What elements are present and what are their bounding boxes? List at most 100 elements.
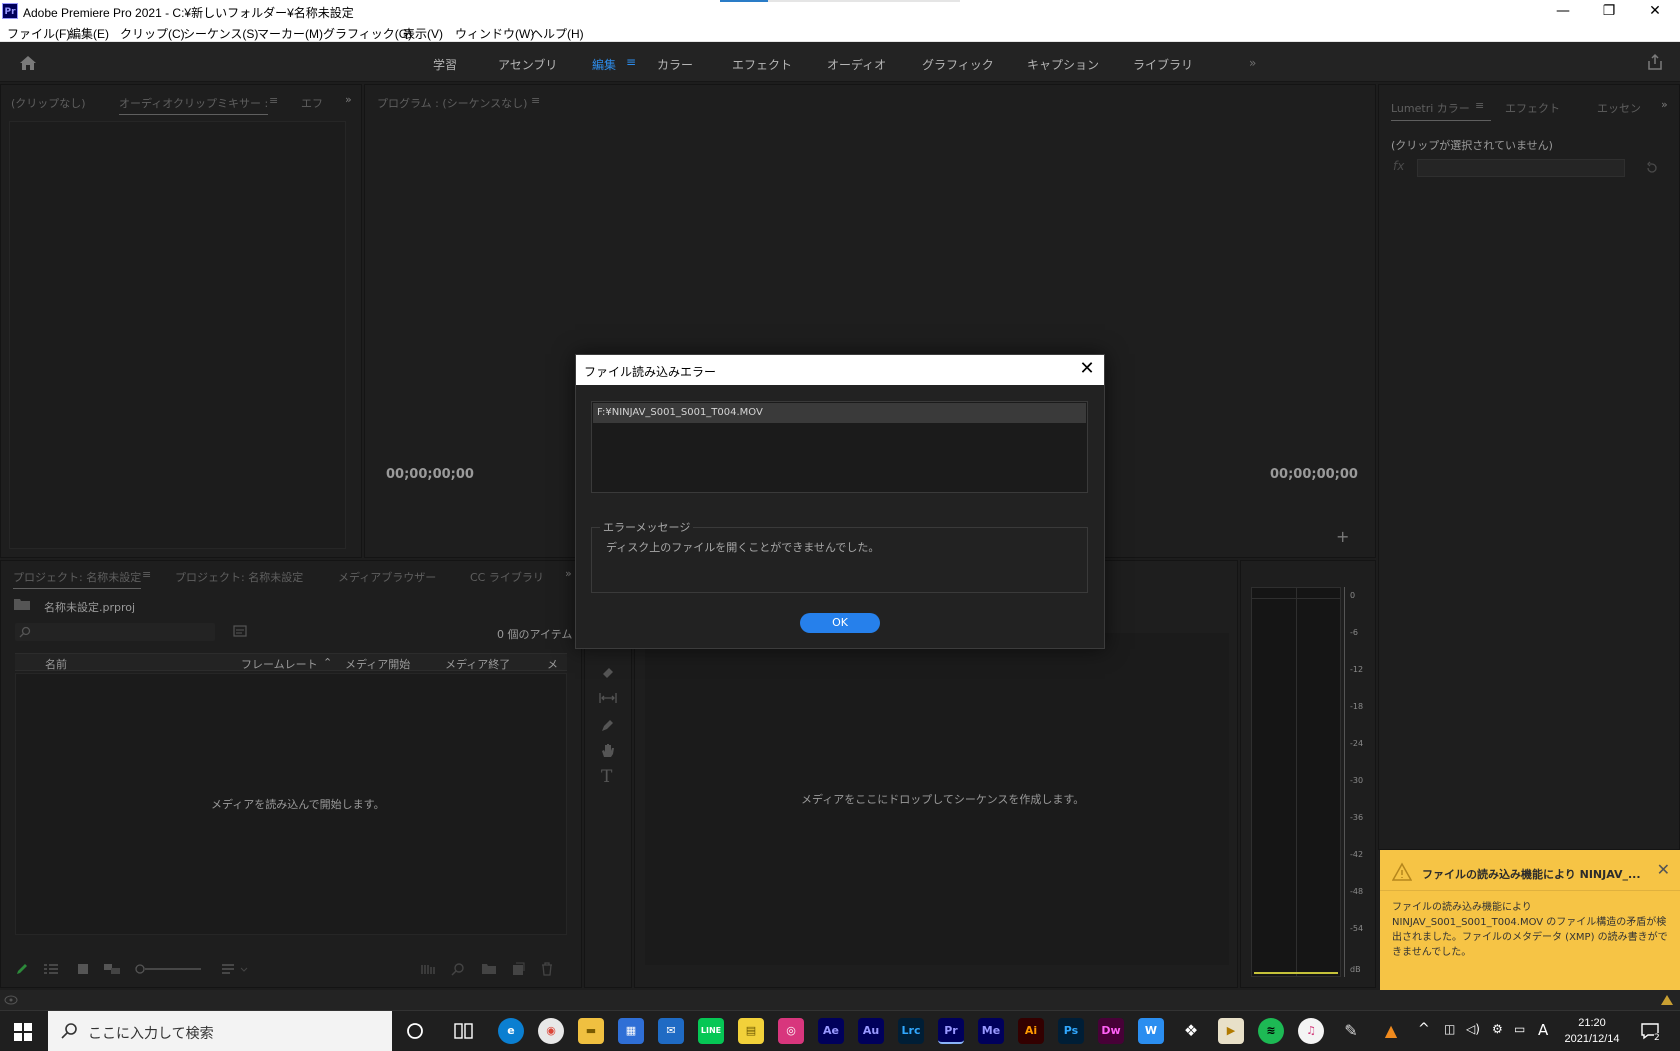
new-item-icon[interactable] xyxy=(511,962,525,976)
workspace-learning[interactable]: 学習 xyxy=(433,56,457,73)
tray-settings-icon[interactable]: ⚙ xyxy=(1492,1022,1503,1036)
status-warning-icon[interactable] xyxy=(1660,994,1674,1006)
sort-ascending-icon[interactable]: ⌃ xyxy=(323,656,332,669)
mail-icon[interactable]: ✉ xyxy=(658,1018,684,1044)
menu-help[interactable]: ヘルプ(H) xyxy=(531,25,584,42)
workspace-assembly[interactable]: アセンブリ xyxy=(498,56,557,73)
share-icon[interactable] xyxy=(1646,53,1664,71)
menu-marker[interactable]: マーカー(M) xyxy=(257,25,323,42)
column-media-end[interactable]: メディア終了 xyxy=(445,656,510,672)
workspace-menu-icon[interactable]: ≡ xyxy=(626,55,636,69)
minimize-button[interactable]: — xyxy=(1540,0,1586,22)
tab-project[interactable]: プロジェクト: 名称未設定 xyxy=(13,569,142,589)
column-frame-rate[interactable]: フレームレート xyxy=(241,656,318,672)
spotify-icon[interactable]: ≋ xyxy=(1258,1018,1284,1044)
taskbar-clock[interactable]: 21:20 2021/12/14 xyxy=(1552,1015,1632,1047)
program-menu-icon[interactable]: ≡ xyxy=(531,94,540,107)
menu-view[interactable]: 表示(V) xyxy=(403,25,443,42)
dropbox-icon[interactable]: ❖ xyxy=(1178,1018,1204,1044)
project-menu-icon[interactable]: ≡ xyxy=(142,568,151,581)
panel-overflow-icon[interactable]: » xyxy=(345,93,352,106)
slip-tool-icon[interactable] xyxy=(600,665,616,681)
tray-camera-icon[interactable]: ◫ xyxy=(1444,1022,1455,1036)
new-bin-from-search-icon[interactable] xyxy=(233,625,247,637)
notification-close-icon[interactable]: ✕ xyxy=(1657,860,1670,879)
windows-start-icon[interactable] xyxy=(14,1023,32,1041)
menu-file[interactable]: ファイル(F) xyxy=(7,25,70,42)
file-explorer-icon[interactable]: ▬ xyxy=(578,1018,604,1044)
cortana-icon[interactable] xyxy=(406,1022,424,1040)
tray-overflow-icon[interactable]: ^ xyxy=(1418,1021,1430,1037)
type-tool-icon[interactable]: T xyxy=(601,767,612,787)
error-file-row[interactable]: F:¥NINJAV_S001_S001_T004.MOV xyxy=(593,403,1086,423)
zoom-slider[interactable] xyxy=(135,963,205,975)
tab-effects-controls[interactable]: エフ xyxy=(301,95,323,111)
new-bin-icon[interactable] xyxy=(481,963,497,975)
workspace-audio[interactable]: オーディオ xyxy=(827,56,886,73)
tab-program[interactable]: プログラム : (シーケンスなし) xyxy=(377,95,527,111)
lumetri-overflow-icon[interactable]: » xyxy=(1661,98,1668,111)
workspace-overflow-icon[interactable]: » xyxy=(1249,56,1256,70)
freeform-view-icon[interactable] xyxy=(103,963,121,975)
error-file-list[interactable]: F:¥NINJAV_S001_S001_T004.MOV xyxy=(591,401,1088,493)
tab-cc-libraries[interactable]: CC ライブラリ xyxy=(470,569,544,585)
sticky-notes-icon[interactable]: ▤ xyxy=(738,1018,764,1044)
column-name[interactable]: 名前 xyxy=(45,656,67,672)
panel-menu-icon[interactable]: ≡ xyxy=(269,94,278,107)
ime-indicator[interactable]: A xyxy=(1538,1021,1548,1039)
ripple-edit-icon[interactable] xyxy=(598,691,618,705)
lightroom-classic-icon[interactable]: Lrc xyxy=(898,1018,924,1044)
menu-clip[interactable]: クリップ(C) xyxy=(120,25,185,42)
creative-cloud-icon[interactable]: ◎ xyxy=(778,1018,804,1044)
home-icon[interactable] xyxy=(18,54,38,72)
dreamweaver-icon[interactable]: Dw xyxy=(1098,1018,1124,1044)
find-icon[interactable] xyxy=(451,962,465,976)
line-icon[interactable]: LINE xyxy=(698,1018,724,1044)
photoshop-icon[interactable]: Ps xyxy=(1058,1018,1084,1044)
list-view-icon[interactable] xyxy=(43,963,59,975)
workspace-graphics[interactable]: グラフィック xyxy=(922,56,994,73)
menu-sequence[interactable]: シーケンス(S) xyxy=(183,25,258,42)
menu-edit[interactable]: 編集(E) xyxy=(69,25,109,42)
program-timecode-current[interactable]: 00;00;00;00 xyxy=(386,467,474,482)
trash-icon[interactable] xyxy=(541,962,553,976)
workspace-libraries[interactable]: ライブラリ xyxy=(1133,56,1193,73)
workspace-editing[interactable]: 編集 xyxy=(592,56,616,73)
lumetri-clip-dropdown[interactable] xyxy=(1417,159,1625,177)
menu-graphics[interactable]: グラフィック(G) xyxy=(323,25,412,42)
pen-app-icon[interactable]: ✎ xyxy=(1338,1018,1364,1044)
vlc-icon[interactable]: ▲ xyxy=(1378,1018,1404,1044)
close-window-button[interactable]: ✕ xyxy=(1632,0,1678,22)
audition-icon[interactable]: Au xyxy=(858,1018,884,1044)
tab-audio-clip-mixer[interactable]: オーディオクリップミキサー : xyxy=(119,95,269,115)
tab-essential[interactable]: エッセン xyxy=(1597,100,1641,116)
column-media-start[interactable]: メディア開始 xyxy=(345,656,410,672)
hand-tool-icon[interactable] xyxy=(600,743,616,759)
menu-window[interactable]: ウィンドウ(W) xyxy=(455,25,534,42)
edge-icon[interactable]: e xyxy=(498,1018,524,1044)
task-view-icon[interactable] xyxy=(454,1022,474,1040)
tab-effects[interactable]: エフェクト xyxy=(1505,100,1560,116)
tab-source[interactable]: (クリップなし) xyxy=(11,95,86,111)
add-button-icon[interactable]: + xyxy=(1336,527,1349,546)
tab-media-browser[interactable]: メディアブラウザー xyxy=(338,569,436,585)
ok-button[interactable]: OK xyxy=(800,613,880,633)
volume-icon[interactable]: ◁) xyxy=(1466,1022,1480,1036)
itunes-icon[interactable]: ♫ xyxy=(1298,1018,1324,1044)
sort-icons-icon[interactable] xyxy=(221,963,251,975)
media-encoder-icon[interactable]: Me xyxy=(978,1018,1004,1044)
pencil-icon[interactable] xyxy=(15,962,29,976)
restore-button[interactable]: ❐ xyxy=(1586,0,1632,22)
illustrator-icon[interactable]: Ai xyxy=(1018,1018,1044,1044)
after-effects-icon[interactable]: Ae xyxy=(818,1018,844,1044)
project-search-input[interactable] xyxy=(15,623,215,641)
media-player-icon[interactable]: ▶ xyxy=(1218,1018,1244,1044)
project-overflow-icon[interactable]: » xyxy=(565,567,572,580)
workspace-color[interactable]: カラー xyxy=(657,56,693,73)
automate-to-sequence-icon[interactable] xyxy=(421,963,435,975)
taskbar-search-input[interactable]: ここに入力して検索 xyxy=(48,1011,392,1051)
lumetri-menu-icon[interactable]: ≡ xyxy=(1475,99,1484,112)
workspace-captions[interactable]: キャプション xyxy=(1027,56,1099,73)
icon-view-icon[interactable] xyxy=(77,963,89,975)
tab-project-2[interactable]: プロジェクト: 名称未設定 xyxy=(175,569,303,585)
